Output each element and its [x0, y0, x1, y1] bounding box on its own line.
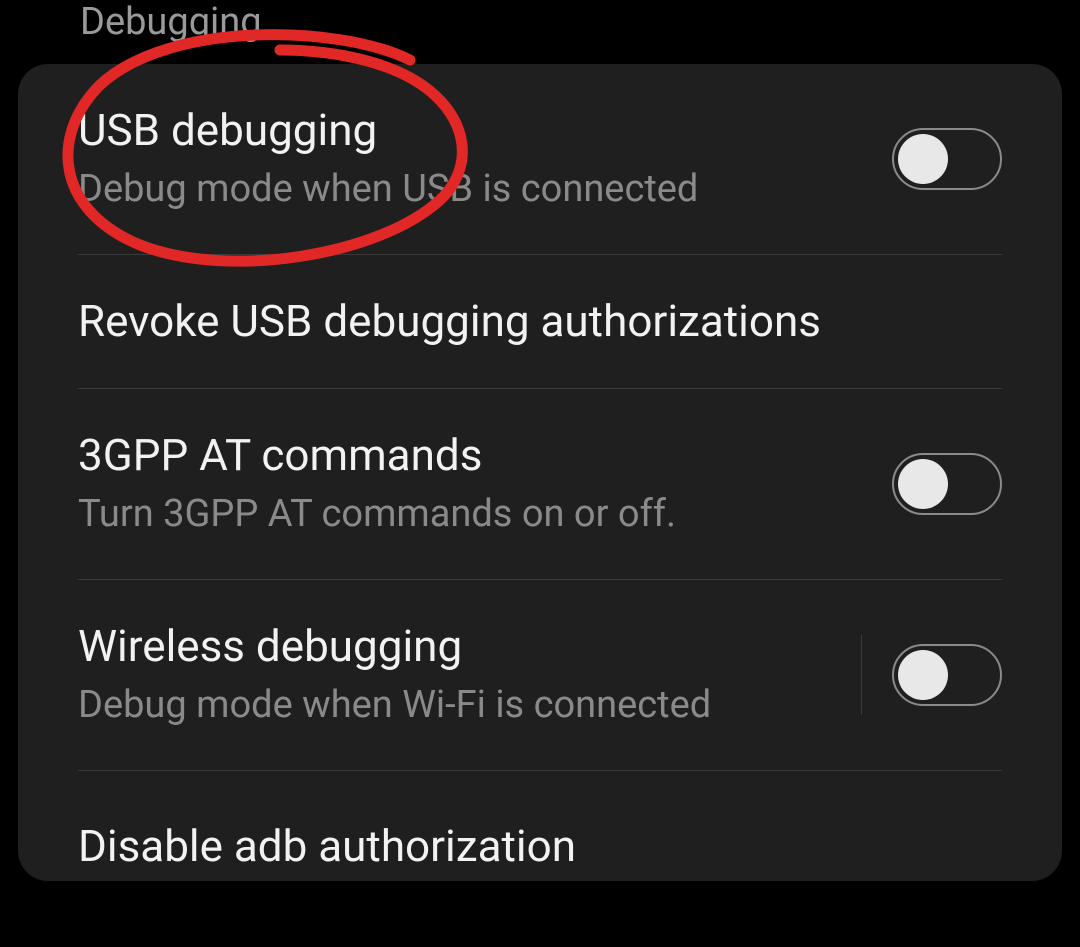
row-text: Disable adb authorization — [78, 820, 1002, 873]
settings-card: USB debugging Debug mode when USB is con… — [18, 64, 1062, 881]
row-disable-adb-auth[interactable]: Disable adb authorization — [18, 771, 1062, 881]
row-title: Revoke USB debugging authorizations — [78, 295, 1002, 348]
toggle-3gpp-at[interactable] — [892, 453, 1002, 515]
row-text: Revoke USB debugging authorizations — [78, 295, 1002, 348]
section-header-debugging: Debugging — [0, 0, 1080, 64]
row-text: 3GPP AT commands Turn 3GPP AT commands o… — [78, 429, 862, 539]
toggle-knob — [898, 459, 948, 509]
row-title: USB debugging — [78, 104, 862, 157]
row-revoke-usb-auth[interactable]: Revoke USB debugging authorizations — [18, 255, 1062, 388]
row-title: Disable adb authorization — [78, 820, 1002, 873]
toggle-usb-debugging[interactable] — [892, 128, 1002, 190]
v-divider — [861, 635, 862, 715]
row-subtitle: Debug mode when USB is connected — [78, 165, 862, 214]
row-3gpp-at[interactable]: 3GPP AT commands Turn 3GPP AT commands o… — [18, 389, 1062, 579]
row-subtitle: Debug mode when Wi-Fi is connected — [78, 681, 841, 730]
row-subtitle: Turn 3GPP AT commands on or off. — [78, 490, 862, 539]
row-title: Wireless debugging — [78, 620, 841, 673]
toggle-wireless-debugging[interactable] — [892, 644, 1002, 706]
row-text: USB debugging Debug mode when USB is con… — [78, 104, 862, 214]
row-wireless-debugging[interactable]: Wireless debugging Debug mode when Wi-Fi… — [18, 580, 1062, 770]
row-title: 3GPP AT commands — [78, 429, 862, 482]
toggle-knob — [898, 650, 948, 700]
row-text: Wireless debugging Debug mode when Wi-Fi… — [78, 620, 841, 730]
row-usb-debugging[interactable]: USB debugging Debug mode when USB is con… — [18, 64, 1062, 254]
toggle-knob — [898, 134, 948, 184]
